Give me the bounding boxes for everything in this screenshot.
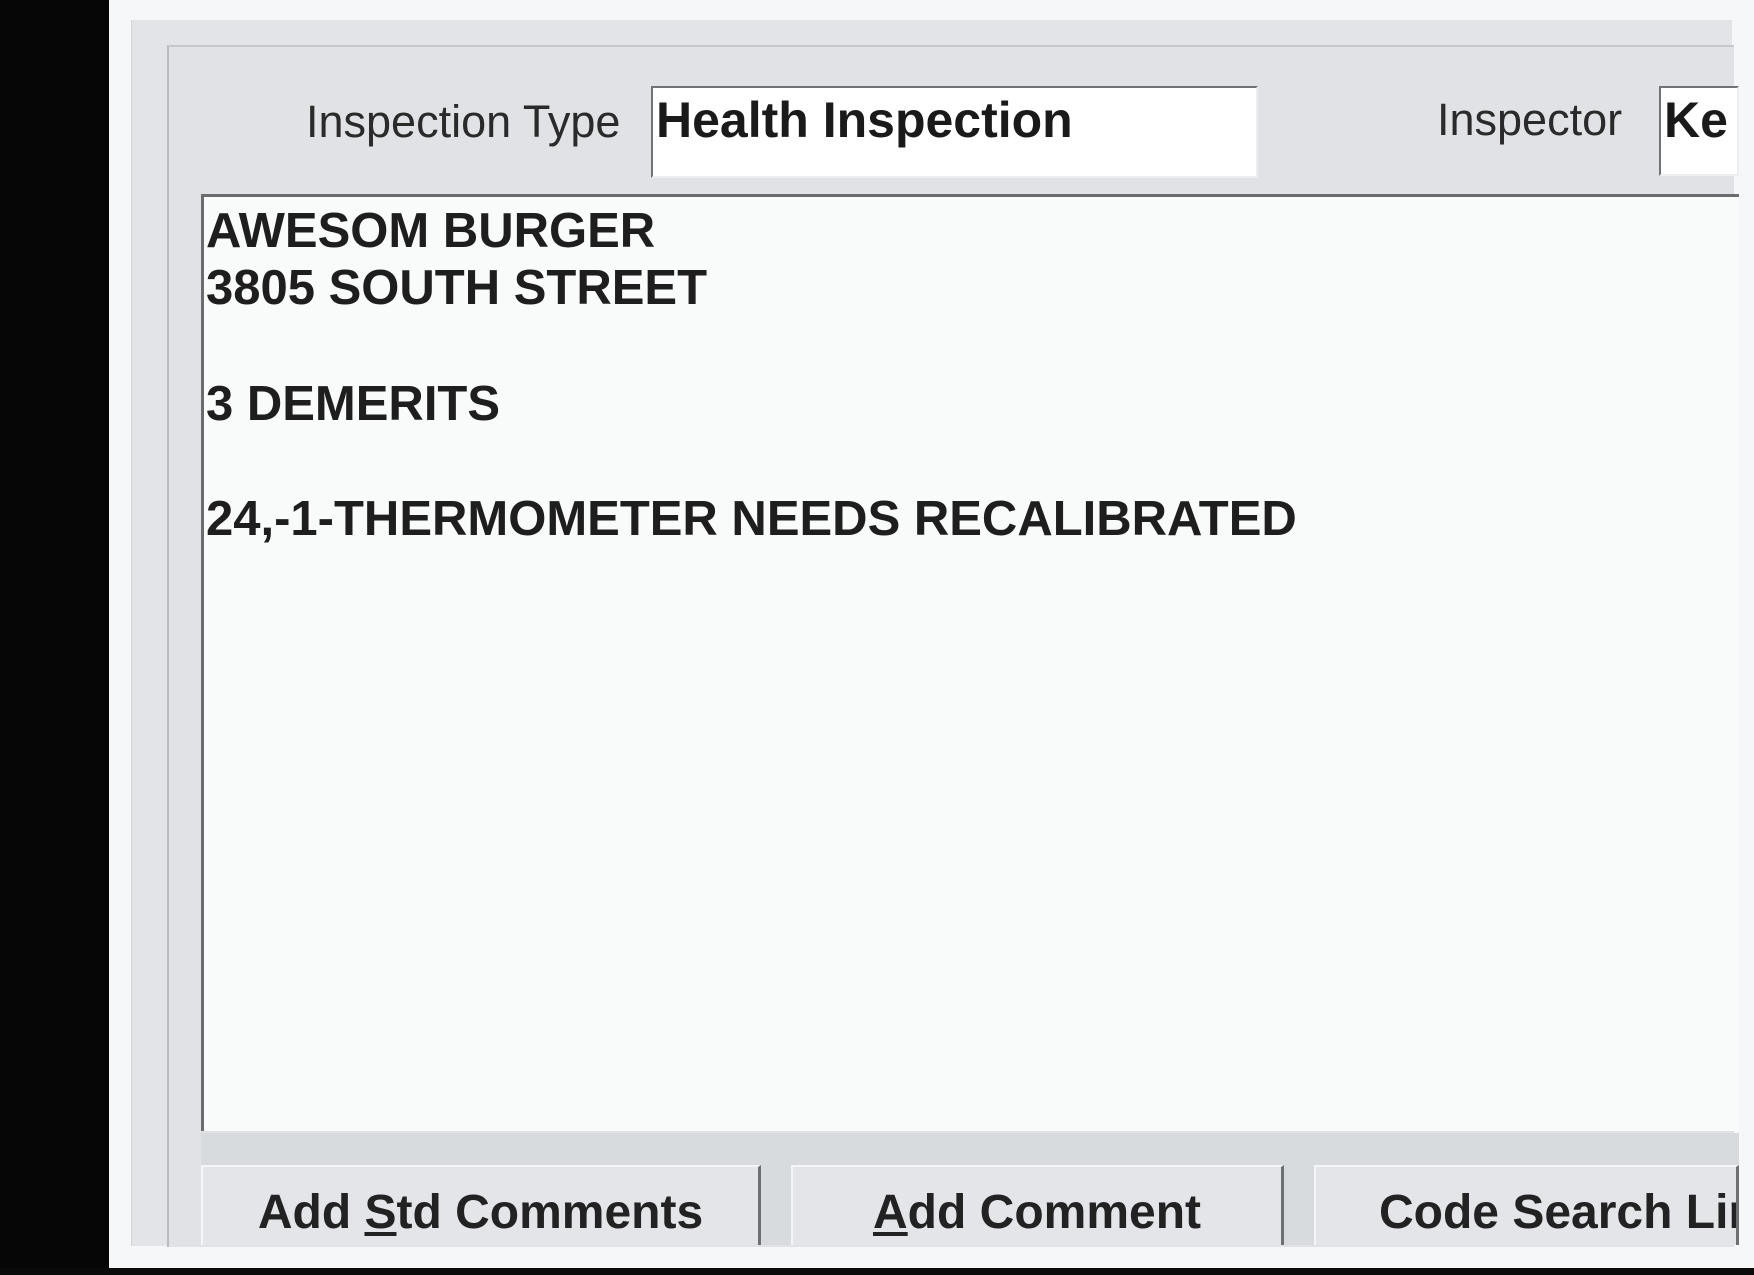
add-std-comments-label-post: td Comments — [396, 1186, 704, 1239]
add-std-comments-mnemonic: S — [364, 1186, 397, 1239]
add-std-comments-button[interactable]: Add Std Comments — [201, 1165, 761, 1245]
comment-line-address: 3805 SOUTH STREET — [206, 261, 708, 315]
add-comment-mnemonic: A — [873, 1186, 908, 1239]
comment-line-demerits: 3 DEMERITS — [206, 377, 501, 431]
comment-line-violation: 24,-1-THERMOMETER NEEDS RECALIBRATED — [206, 492, 1297, 546]
comments-textarea[interactable]: AWESOM BURGER 3805 SOUTH STREET 3 DEMERI… — [201, 194, 1739, 1131]
code-search-label: Code Search Lir — [1379, 1186, 1739, 1239]
inspection-type-field[interactable]: Health Inspection — [651, 86, 1258, 178]
inspector-field[interactable]: Ke — [1659, 86, 1739, 176]
add-comment-button[interactable]: Add Comment — [791, 1165, 1284, 1245]
scanner-edge-left — [0, 0, 109, 1275]
inspector-label: Inspector — [1437, 94, 1623, 145]
comment-line-business-name: AWESOM BURGER — [206, 204, 656, 258]
add-std-comments-label-pre: Add — [257, 1186, 365, 1239]
code-search-button[interactable]: Code Search Lir — [1314, 1165, 1739, 1245]
inspection-type-label: Inspection Type — [306, 96, 621, 147]
add-comment-label-post: dd Comment — [907, 1186, 1201, 1239]
scanner-edge-bottom — [0, 1268, 1754, 1275]
